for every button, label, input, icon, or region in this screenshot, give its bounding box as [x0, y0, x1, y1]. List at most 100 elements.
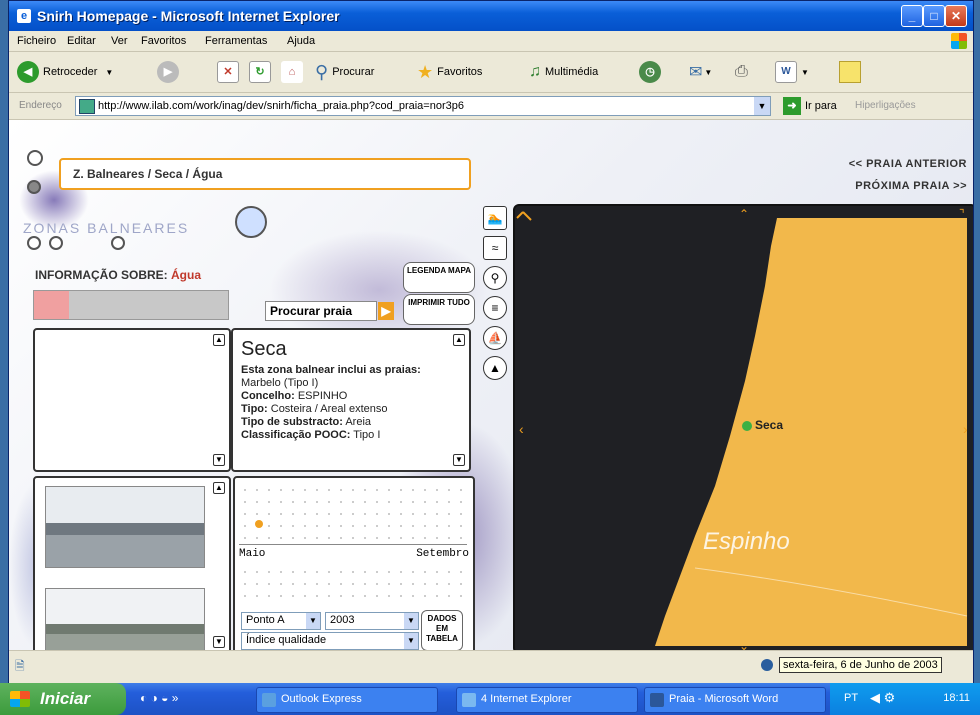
language-indicator[interactable]: PT	[844, 692, 858, 704]
map-corner-icon: ⌝	[959, 207, 965, 221]
address-input[interactable]: http://www.ilab.com/work/inag/dev/snirh/…	[75, 96, 771, 116]
tray-icons[interactable]: ◀ ⚙	[870, 690, 895, 706]
task-internet-explorer[interactable]: 4 Internet Explorer	[456, 687, 638, 713]
chevron-down-icon: ▼	[404, 633, 418, 649]
stop-button[interactable]: ✕	[217, 60, 239, 84]
legend-map-button[interactable]: LEGENDA MAPA	[403, 262, 475, 293]
media-label: Multimédia	[545, 66, 599, 78]
ie-icon	[462, 693, 476, 707]
search-button[interactable]: ⚲ Procurar	[315, 60, 374, 84]
prev-beach-link[interactable]: << PRAIA ANTERIOR	[849, 158, 967, 170]
decor-ring	[235, 206, 267, 238]
windows-logo-icon	[951, 33, 967, 49]
ladder-icon[interactable]: ≡	[483, 296, 507, 320]
table-data-button[interactable]: DADOS EM TABELA	[421, 610, 463, 650]
collapse-icon[interactable]: ▼	[213, 636, 225, 648]
task-outlook[interactable]: Outlook Express	[256, 687, 438, 713]
task-word[interactable]: Praia - Microsoft Word	[644, 687, 826, 713]
boat-icon[interactable]: ⛵	[483, 326, 507, 350]
home-button[interactable]: ⌂	[281, 60, 303, 84]
maximize-button[interactable]: □	[923, 5, 945, 27]
zonas-balneares-logo: ZONAS BALNEARES	[23, 220, 190, 236]
chart-grid	[239, 484, 467, 544]
history-icon: ◷	[639, 61, 661, 83]
map-nav-right-icon: ›	[963, 421, 968, 437]
year-select[interactable]: 2003 ▼	[325, 612, 419, 630]
menu-ficheiro[interactable]: Ficheiro	[17, 35, 56, 47]
print-button[interactable]: ⎙	[735, 60, 748, 84]
menu-ajuda[interactable]: Ajuda	[287, 35, 315, 47]
stop-icon: ✕	[217, 61, 239, 83]
messenger-button[interactable]	[839, 60, 861, 84]
home-icon: ⌂	[281, 61, 303, 83]
info-strip-image[interactable]	[33, 290, 229, 320]
back-arrow-icon: ◀	[17, 61, 39, 83]
beach-location-marker[interactable]	[742, 421, 752, 431]
note-icon	[839, 61, 861, 83]
chevron-down-icon: ▼	[801, 67, 809, 77]
forward-arrow-icon: ▶	[157, 61, 179, 83]
expand-icon[interactable]: ▲	[213, 334, 225, 346]
chart-axis	[239, 544, 467, 545]
decor-ring	[27, 236, 41, 250]
page-icon	[79, 99, 95, 114]
chevron-down-icon[interactable]: ▼	[754, 97, 770, 115]
start-button[interactable]: Iniciar	[0, 683, 126, 715]
mail-button[interactable]: ✉ ▼	[689, 60, 712, 84]
search-beach-button[interactable]: Procurar praia ▶	[265, 301, 394, 321]
map-corner-icon	[516, 211, 532, 221]
beach-photo[interactable]	[45, 588, 205, 650]
menu-editar[interactable]: Editar	[67, 35, 96, 47]
outlook-icon	[262, 693, 276, 707]
media-button[interactable]: ♫ Multimédia	[529, 60, 598, 84]
menu-ver[interactable]: Ver	[111, 35, 128, 47]
beach-name: Seca	[241, 338, 287, 360]
collapse-icon[interactable]: ▼	[213, 454, 225, 466]
word-icon: W	[775, 61, 797, 83]
expand-icon[interactable]: ▲	[213, 482, 225, 494]
mountain-icon[interactable]: ▲	[483, 356, 507, 380]
links-button[interactable]: Hiperligações	[855, 100, 916, 111]
water-quality-chart-panel: Maio Setembro Ponto A ▼ 2003 ▼ Índice qual…	[233, 476, 475, 650]
refresh-button[interactable]: ↻	[249, 60, 271, 84]
info-value[interactable]: Água	[171, 268, 201, 282]
back-label: Retroceder	[43, 66, 98, 78]
wave-icon[interactable]: ≈	[483, 236, 507, 260]
menu-ferramentas[interactable]: Ferramentas	[205, 35, 267, 47]
collapse-icon[interactable]: ▼	[453, 454, 465, 466]
x-axis-start-label: Maio	[239, 548, 266, 560]
photo-panel: ▲ ▼	[33, 476, 231, 650]
decor-ring	[49, 236, 63, 250]
mail-icon: ✉	[689, 64, 703, 81]
menu-favoritos[interactable]: Favoritos	[141, 35, 186, 47]
close-button[interactable]: ✕	[945, 5, 967, 27]
decor-ring	[27, 180, 41, 194]
favorites-button[interactable]: ★ Favoritos	[417, 60, 482, 84]
forward-button[interactable]: ▶	[157, 60, 183, 84]
expand-icon[interactable]: ▲	[453, 334, 465, 346]
decor-ring	[27, 150, 43, 166]
edit-button[interactable]: W ▼	[775, 60, 809, 84]
point-select[interactable]: Ponto A ▼	[241, 612, 321, 630]
swimmer-icon[interactable]: 🏊	[483, 206, 507, 230]
title-bar[interactable]: e Snirh Homepage - Microsoft Internet Ex…	[9, 1, 973, 31]
chevron-down-icon: ▼	[404, 613, 418, 629]
bicycle-icon[interactable]: ⚲	[483, 266, 507, 290]
ie-page-icon: 🗎	[15, 659, 25, 673]
go-arrow-icon[interactable]: ➜	[783, 97, 801, 115]
map-point-label: Seca	[755, 418, 784, 432]
minimize-button[interactable]: _	[901, 5, 923, 27]
x-axis-end-label: Setembro	[416, 548, 469, 560]
search-beach-label: Procurar praia	[270, 304, 353, 318]
back-button[interactable]: ◀ Retroceder ▼	[17, 60, 113, 84]
next-beach-link[interactable]: PRÓXIMA PRAIA >>	[855, 180, 967, 192]
quicklaunch-icons[interactable]: ◐ ◑ ◒ »	[140, 691, 178, 705]
star-icon: ★	[417, 61, 434, 82]
go-button[interactable]: Ir para	[805, 100, 837, 112]
beach-photo[interactable]	[45, 486, 205, 568]
indicator-select[interactable]: Índice qualidade ▼	[241, 632, 419, 650]
history-button[interactable]: ◷	[639, 60, 665, 84]
print-all-button[interactable]: IMPRIMIR TUDO	[403, 294, 475, 325]
chevron-down-icon: ▼	[306, 613, 320, 629]
beach-map[interactable]: ⌃ ⌝ ‹ › ⌄ Seca Espinho	[513, 204, 973, 650]
